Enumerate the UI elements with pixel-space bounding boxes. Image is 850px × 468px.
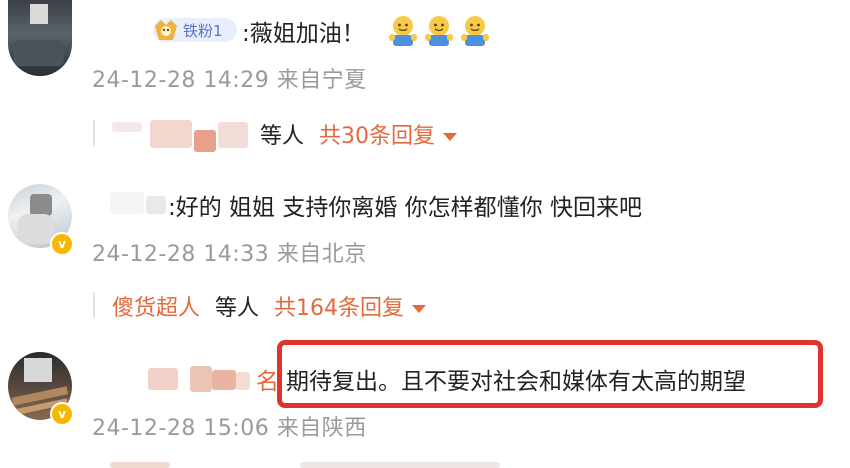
fan-badge-icon <box>155 20 177 40</box>
avatar[interactable] <box>8 0 72 76</box>
reply-tail: 等人 <box>215 296 260 321</box>
highlight-box <box>277 340 823 408</box>
reply-count[interactable]: 共164条回复 <box>274 296 404 321</box>
mosaic-redaction <box>148 368 178 390</box>
comment-meta: 24-12-28 15:06 来自陕西 <box>92 416 367 441</box>
comment-author-fragment[interactable]: 名 <box>256 362 279 396</box>
verified-icon: v <box>50 232 74 256</box>
reply-summary[interactable]: 等人 共30条回复 <box>260 118 458 150</box>
comment-text: :薇姐加油！ <box>242 21 365 47</box>
fan-badge-label: 铁粉1 <box>183 22 223 40</box>
reply-count[interactable]: 共30条回复 <box>319 124 435 149</box>
reply-tail: 等人 <box>260 124 305 149</box>
comment-meta: 24-12-28 14:29 来自宁夏 <box>92 68 367 93</box>
reply-summary[interactable]: 傻货超人 等人 共164条回复 <box>112 290 427 322</box>
mosaic-redaction <box>110 192 144 214</box>
fan-badge[interactable]: 铁粉1 <box>153 18 237 42</box>
mosaic-redaction <box>300 462 500 468</box>
reply-divider <box>93 292 95 318</box>
comment-text: :好的 姐姐 支持你离婚 你怎样都懂你 快回来吧 <box>168 195 642 221</box>
dropdown-caret-icon[interactable] <box>412 305 427 313</box>
smile-emoji-icon <box>461 16 489 46</box>
mosaic-redaction <box>236 372 250 390</box>
mosaic-redaction <box>190 366 212 392</box>
comment-meta: 24-12-28 14:33 来自北京 <box>92 242 367 267</box>
mosaic-redaction <box>110 462 170 468</box>
mosaic-redaction <box>146 196 166 214</box>
mosaic-redaction <box>212 370 236 390</box>
mosaic-redaction <box>112 122 142 132</box>
reply-divider <box>93 120 95 146</box>
smile-emoji-icon <box>389 16 417 46</box>
mosaic-redaction <box>218 122 248 148</box>
dropdown-caret-icon[interactable] <box>443 133 458 141</box>
reply-author-link[interactable]: 傻货超人 <box>112 296 200 321</box>
smile-emoji-icon <box>425 16 453 46</box>
mosaic-redaction <box>194 130 216 152</box>
mosaic-redaction <box>150 120 192 148</box>
verified-icon: v <box>50 402 74 426</box>
